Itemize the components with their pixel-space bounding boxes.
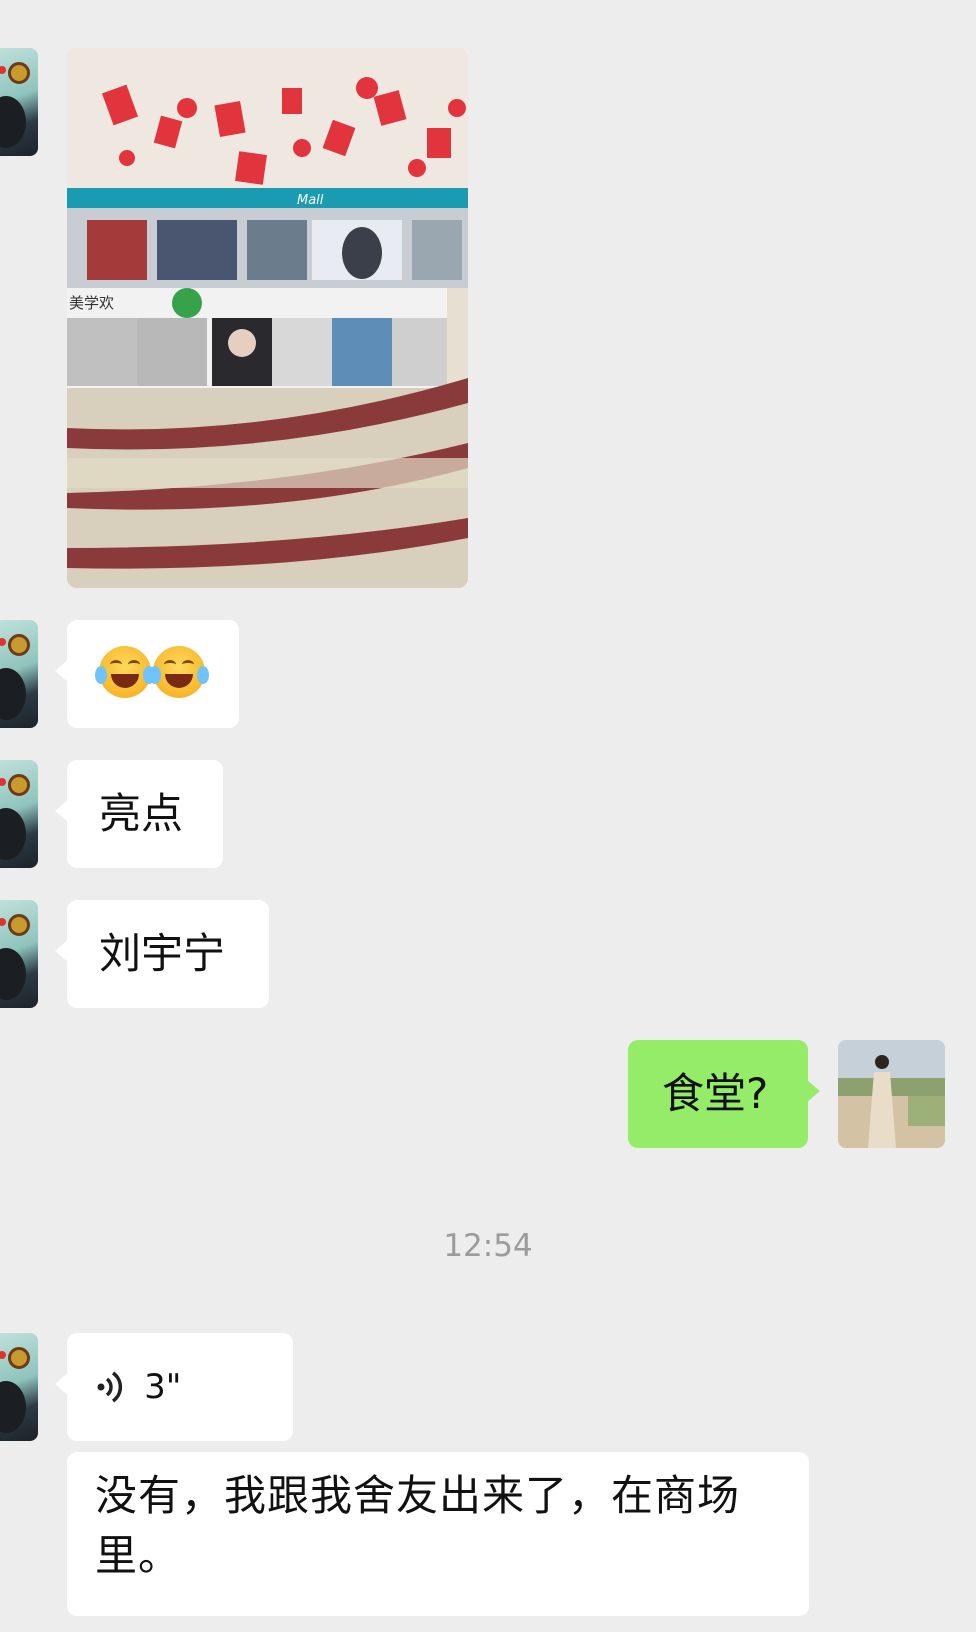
mall-photo: Mall 美学欢 <box>67 48 468 588</box>
contact-avatar[interactable] <box>0 1333 38 1441</box>
self-message-bubble[interactable]: 食堂? <box>628 1040 820 1148</box>
self-avatar[interactable] <box>838 1040 945 1148</box>
message-text: 亮点 <box>99 789 184 838</box>
text-message-bubble[interactable]: 亮点 <box>55 760 223 868</box>
contact-avatar[interactable] <box>0 900 38 1008</box>
timestamp: 12:54 <box>443 1228 533 1264</box>
emoji-message-bubble[interactable] <box>55 620 239 728</box>
tears-of-joy-icon <box>149 646 209 698</box>
voice-duration: 3" <box>144 1367 182 1407</box>
contact-avatar[interactable] <box>0 760 38 868</box>
person-photo <box>838 1040 945 1148</box>
image-message[interactable]: Mall 美学欢 <box>67 48 468 588</box>
message-text: 刘宇宁 <box>99 929 226 978</box>
text-message-bubble[interactable]: 刘宇宁 <box>55 900 269 1008</box>
voice-message-bubble[interactable]: 3" <box>55 1333 293 1441</box>
photo-sign-text: Mall <box>297 193 324 208</box>
photo-banner-text: 美学欢 <box>69 294 114 312</box>
message-text: 没有，我跟我舍友出来了，在商场里。 <box>95 1471 741 1580</box>
message-text: 食堂? <box>662 1069 769 1118</box>
tears-of-joy-icon <box>95 646 155 698</box>
text-message-bubble[interactable]: 没有，我跟我舍友出来了，在商场里。 <box>67 1452 809 1616</box>
contact-avatar[interactable] <box>0 48 38 156</box>
voice-wave-icon <box>97 1371 123 1403</box>
contact-avatar[interactable] <box>0 620 38 728</box>
